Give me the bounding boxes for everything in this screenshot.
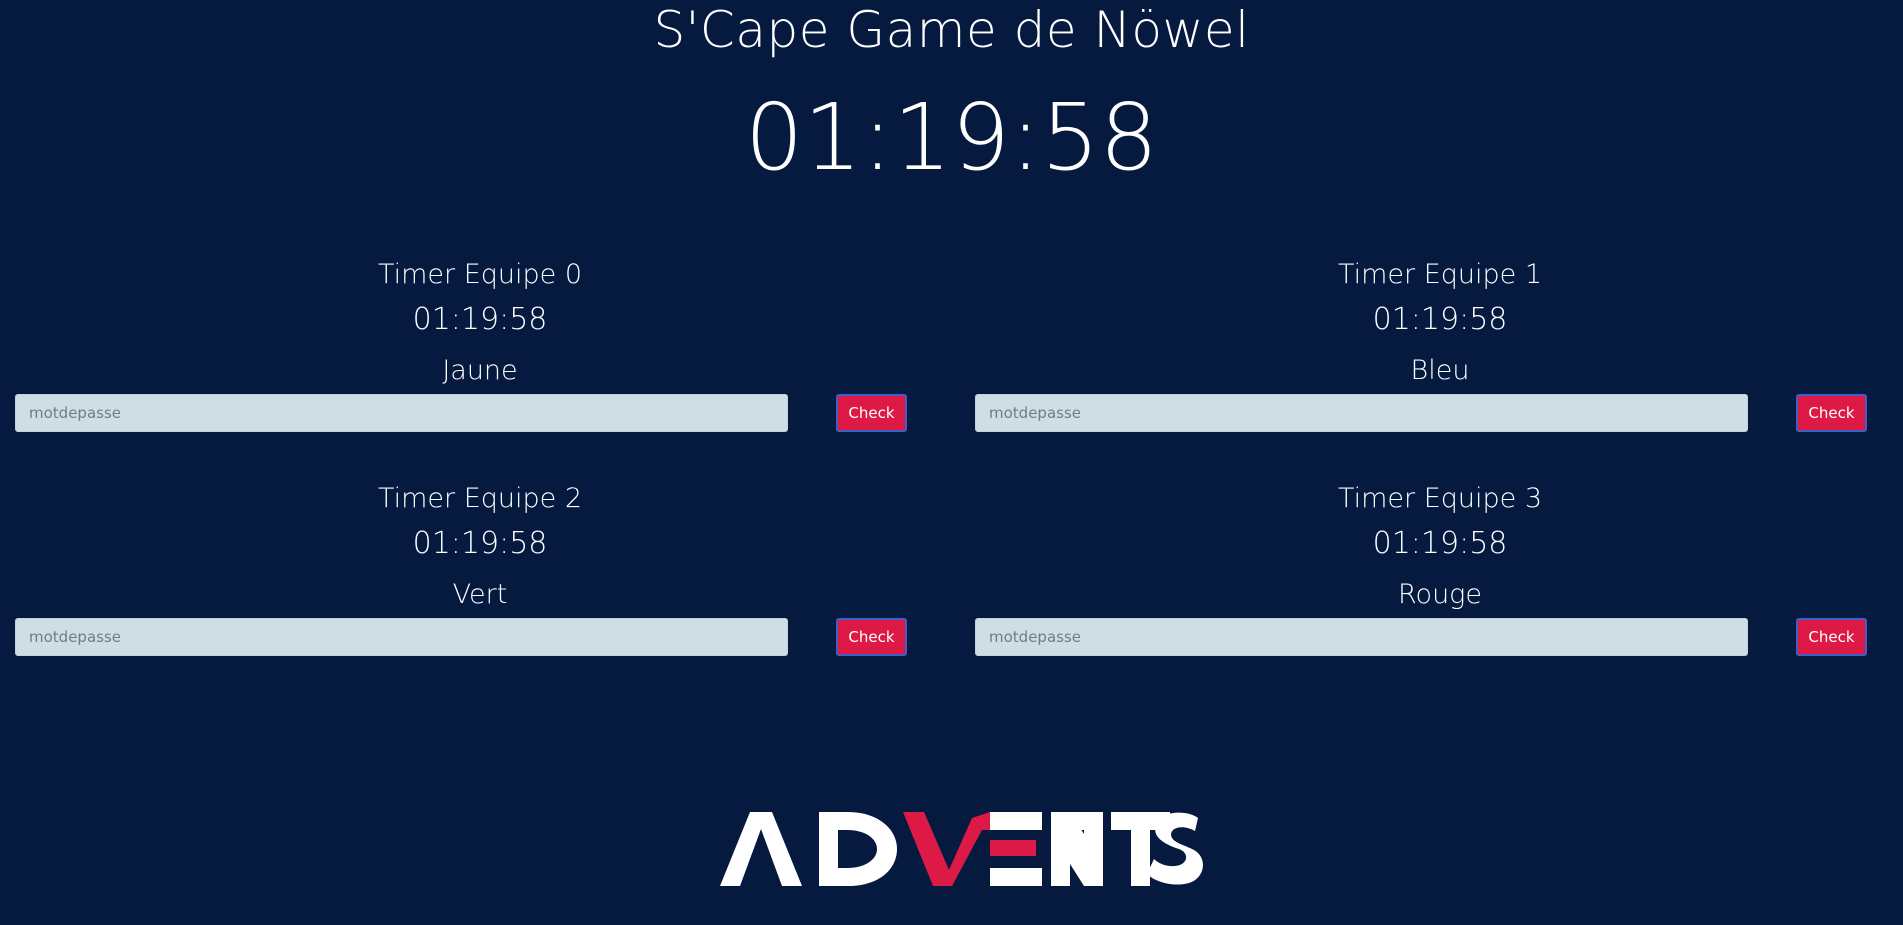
check-button[interactable]: Check: [1796, 394, 1867, 432]
team-timer: 01:19:58: [412, 302, 548, 337]
team-color-name: Rouge: [1398, 579, 1482, 610]
team-timer: 01:19:58: [412, 526, 548, 561]
team-title: Timer Equipe 0: [377, 259, 583, 290]
team-panel-3: Timer Equipe 3 01:19:58 Rouge Check: [960, 482, 1903, 702]
password-input[interactable]: [975, 394, 1748, 432]
page-title: S'Cape Game de Nöwel: [653, 1, 1250, 59]
password-input[interactable]: [975, 618, 1748, 656]
team-color-name: Bleu: [1410, 355, 1470, 386]
check-button[interactable]: Check: [836, 618, 907, 656]
check-button[interactable]: Check: [836, 394, 907, 432]
team-panel-1: Timer Equipe 1 01:19:58 Bleu Check: [960, 258, 1903, 478]
team-timer: 01:19:58: [1372, 526, 1508, 561]
team-panel-0: Timer Equipe 0 01:19:58 Jaune Check: [0, 258, 960, 478]
team-title: Timer Equipe 3: [1337, 483, 1543, 514]
check-button[interactable]: Check: [1796, 618, 1867, 656]
team-color-name: Vert: [452, 579, 508, 610]
password-input[interactable]: [15, 618, 788, 656]
password-input[interactable]: [15, 394, 788, 432]
team-title: Timer Equipe 1: [1337, 259, 1543, 290]
team-title: Timer Equipe 2: [377, 483, 583, 514]
advents-logo: [720, 812, 1203, 886]
team-panel-2: Timer Equipe 2 01:19:58 Vert Check: [0, 482, 960, 702]
team-color-name: Jaune: [442, 355, 518, 386]
team-timer: 01:19:58: [1372, 302, 1508, 337]
main-timer: 01:19:58: [744, 84, 1159, 191]
